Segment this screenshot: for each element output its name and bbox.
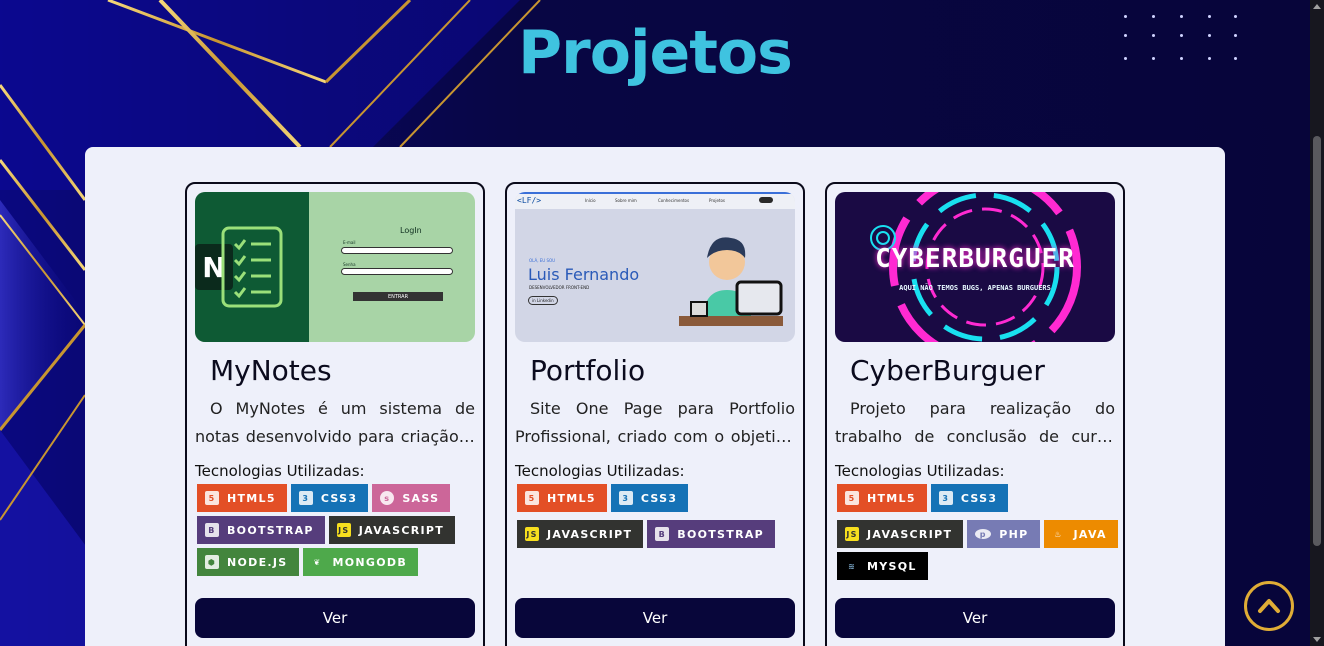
project-description: Site One Page para Portfolio Profissiona… — [515, 399, 795, 446]
badge-javascript: JS JAVASCRIPT — [837, 520, 964, 548]
java-icon: ♨ — [1054, 529, 1063, 539]
view-project-button[interactable]: Ver — [515, 598, 795, 638]
html5-icon: 5 — [845, 491, 859, 505]
thumb-password-label: Senha — [343, 262, 356, 267]
checklist-icon — [221, 226, 283, 308]
tech-label: Tecnologias Utilizadas: — [195, 462, 365, 480]
css3-icon: 3 — [298, 491, 313, 505]
css3-icon: 3 — [618, 491, 633, 505]
tech-badges: 5 HTML5 3 CSS3 JS JAVASCRIPT p PHP ♨ JAVA ≋ MY… — [837, 484, 1121, 580]
project-name: MyNotes — [210, 354, 332, 387]
html5-icon: 5 — [525, 491, 539, 505]
badge-php: p PHP — [967, 520, 1040, 548]
thumb-login-title: LogIn — [400, 226, 422, 235]
project-description: O MyNotes é um sistema de notas desenvol… — [195, 399, 475, 446]
javascript-icon: JS — [336, 523, 351, 537]
project-description: Projeto para realização do trabalho de c… — [835, 399, 1115, 446]
badge-html5: 5 HTML5 — [837, 484, 927, 512]
mongodb-icon: ❦ — [313, 557, 322, 567]
thumb-linkedin: in Linkedin — [528, 296, 558, 305]
project-name: Portfolio — [530, 354, 646, 387]
badge-javascript: JS JAVASCRIPT — [328, 516, 456, 544]
thumb-email-label: E-mail — [343, 240, 356, 245]
thumb-logo: <LF/> — [517, 196, 542, 205]
bootstrap-icon: B — [205, 523, 219, 537]
sass-icon: s — [380, 491, 395, 505]
mysql-icon: ≋ — [847, 561, 856, 571]
chevron-up-icon — [1258, 599, 1280, 613]
project-thumbnail-portfolio: <LF/> Início Sobre mim Conhecimentos Pro… — [515, 192, 795, 342]
view-project-button[interactable]: Ver — [195, 598, 475, 638]
badge-sass: s SASS — [372, 484, 451, 512]
badge-css3: 3 CSS3 — [610, 484, 689, 512]
badge-java: ♨ JAVA — [1043, 520, 1118, 548]
thumb-role: DESENVOLVEDOR FRONT-END — [529, 285, 590, 290]
thumb-name: Luis Fernando — [528, 265, 640, 284]
scroll-up-arrow-icon[interactable] — [1313, 4, 1321, 9]
thumb-title: CYBERBURGUER — [875, 244, 1075, 274]
thumb-nav-item: Projetos — [709, 198, 726, 203]
scroll-down-arrow-icon[interactable] — [1313, 637, 1321, 642]
thumb-nav-item: Início — [585, 198, 596, 203]
javascript-icon: JS — [845, 527, 859, 541]
javascript-icon: JS — [525, 527, 539, 541]
tech-label: Tecnologias Utilizadas: — [515, 462, 685, 480]
badge-javascript: JS JAVASCRIPT — [517, 520, 644, 548]
badge-bootstrap: B BOOTSTRAP — [647, 520, 776, 548]
thumb-nav-item: Sobre mim — [615, 198, 637, 203]
theme-toggle-icon — [759, 197, 773, 203]
html5-icon: 5 — [205, 491, 219, 505]
scrollbar-thumb[interactable] — [1313, 136, 1321, 546]
developer-avatar-icon — [679, 237, 783, 326]
tech-badges: 5 HTML5 3 CSS3 JS JAVASCRIPT B BOOTSTRAP — [517, 484, 801, 548]
nodejs-icon: ⬢ — [205, 555, 219, 569]
project-thumbnail-mynotes: N LogIn E-mail Senha ENTRAR — [195, 192, 475, 342]
badge-nodejs: ⬢ NODE.JS — [197, 548, 299, 576]
project-name: CyberBurguer — [850, 354, 1045, 387]
badge-html5: 5 HTML5 — [517, 484, 607, 512]
badge-mysql: ≋ MYSQL — [837, 552, 928, 580]
badge-html5: 5 HTML5 — [197, 484, 287, 512]
project-card-mynotes: N LogIn E-mail Senha ENTRAR MyNotes O My… — [185, 182, 485, 646]
bootstrap-icon: B — [655, 527, 670, 541]
badge-bootstrap: B BOOTSTRAP — [197, 516, 325, 544]
badge-css3: 3 CSS3 — [290, 484, 369, 512]
badge-mongodb: ❦ MONGODB — [302, 548, 418, 576]
thumb-nav-item: Conhecimentos — [658, 198, 690, 203]
project-card-cyberburguer: CYBERBURGUER AQUI NÃO TEMOS BUGS, APENAS… — [825, 182, 1125, 646]
page-scrollbar[interactable] — [1310, 0, 1324, 646]
project-card-portfolio: <LF/> Início Sobre mim Conhecimentos Pro… — [505, 182, 805, 646]
back-to-top-button[interactable] — [1244, 581, 1294, 631]
css3-icon: 3 — [938, 491, 953, 505]
thumb-login-button: ENTRAR — [353, 292, 443, 301]
view-project-button[interactable]: Ver — [835, 598, 1115, 638]
tech-label: Tecnologias Utilizadas: — [835, 462, 1005, 480]
project-thumbnail-cyberburguer: CYBERBURGUER AQUI NÃO TEMOS BUGS, APENAS… — [835, 192, 1115, 342]
tech-badges: 5 HTML5 3 CSS3 s SASS B BOOTSTRAP JS JAVASCRI… — [197, 484, 481, 576]
php-icon: p — [975, 529, 992, 539]
thumb-subtitle: AQUI NÃO TEMOS BUGS, APENAS BURGUERS — [899, 284, 1051, 292]
badge-css3: 3 CSS3 — [930, 484, 1009, 512]
thumb-greeting: OLÁ, EU SOU — [529, 258, 556, 263]
section-title: Projetos — [518, 18, 793, 88]
